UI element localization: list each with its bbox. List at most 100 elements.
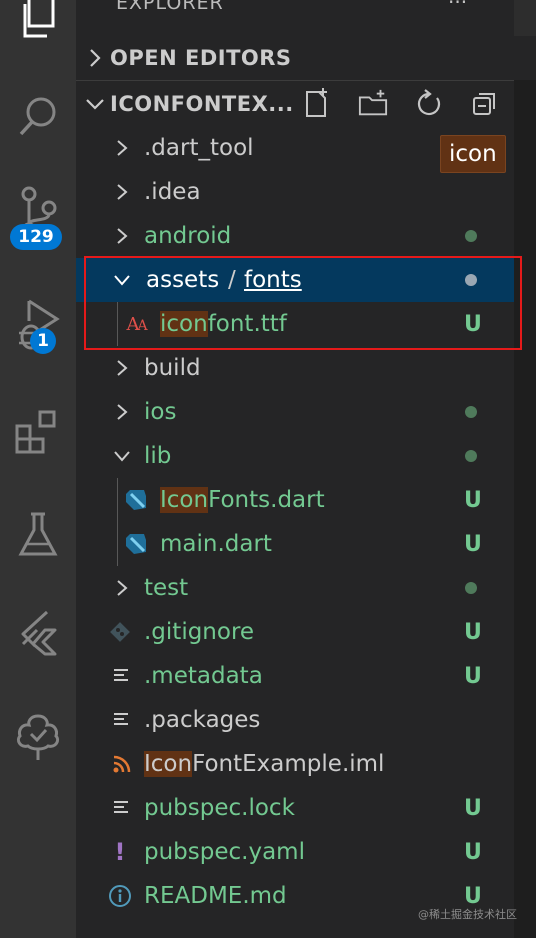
tree-item-label: .metadata	[144, 663, 263, 689]
chevron-right-icon	[80, 48, 110, 68]
tree-item-label: iconfont.ttf	[160, 311, 287, 337]
extensions-icon[interactable]	[0, 398, 76, 464]
chevron-down-icon	[110, 268, 134, 292]
remote-tree-icon[interactable]	[0, 704, 76, 770]
git-status-untracked: U	[464, 531, 482, 557]
tree-item-ios[interactable]: ios	[76, 390, 514, 434]
label-rest: font.ttf	[207, 311, 287, 337]
tree-item-iconfonts-dart[interactable]: IconFonts.dart U	[76, 478, 514, 522]
refresh-icon[interactable]	[414, 88, 444, 118]
tree-item-main-dart[interactable]: main.dart U	[76, 522, 514, 566]
rss-file-icon	[108, 750, 136, 778]
testing-icon[interactable]	[0, 502, 76, 568]
editor-tab-bar	[514, 0, 536, 36]
open-editors-section[interactable]: OPEN EDITORS	[76, 36, 514, 80]
collapse-all-icon[interactable]	[470, 88, 500, 118]
project-label: ICONFONTEX...	[110, 92, 294, 116]
tree-item-label: .idea	[144, 179, 201, 205]
tree-item-label: pubspec.lock	[144, 795, 295, 821]
more-actions-button[interactable]: ···	[448, 0, 467, 14]
explorer-title: EXPLORER	[116, 0, 224, 14]
tree-item-pubspec-lock[interactable]: pubspec.lock U	[76, 786, 514, 830]
tree-item-idea[interactable]: .idea	[76, 170, 514, 214]
tree-item-test[interactable]: test	[76, 566, 514, 610]
search-icon[interactable]	[0, 84, 76, 150]
tree-item-assets-fonts[interactable]: assets / fonts	[76, 258, 514, 302]
tree-item-iconfontexample-iml[interactable]: IconFontExample.iml	[76, 742, 514, 786]
flutter-icon[interactable]	[0, 600, 76, 666]
open-editors-label: OPEN EDITORS	[110, 46, 292, 70]
tree-item-lib[interactable]: lib	[76, 434, 514, 478]
text-file-icon	[108, 706, 136, 734]
text-file-icon	[108, 662, 136, 690]
tree-item-label: main.dart	[160, 531, 272, 557]
git-status-untracked: U	[464, 311, 482, 337]
tree-item-label: README.md	[144, 883, 287, 909]
info-file-icon	[106, 882, 134, 910]
tree-item-label: IconFonts.dart	[160, 487, 325, 513]
new-file-icon[interactable]	[302, 88, 332, 118]
search-match-tooltip: icon	[440, 135, 506, 173]
tree-item-label: android	[144, 223, 232, 249]
tree-item-label: .gitignore	[144, 619, 255, 645]
modified-dot	[465, 274, 477, 286]
git-status-untracked: U	[464, 795, 482, 821]
tree-item-label: test	[144, 575, 189, 601]
explorer-icon[interactable]	[0, 0, 76, 50]
modified-dot	[465, 450, 477, 462]
label-rest: FontExample.iml	[192, 751, 385, 777]
section-divider	[76, 80, 514, 81]
chevron-right-icon	[110, 180, 134, 204]
match-highlight: Icon	[160, 487, 209, 513]
text-file-icon	[108, 794, 136, 822]
git-status-untracked: U	[464, 663, 482, 689]
project-section[interactable]: ICONFONTEX...	[76, 82, 514, 126]
tree-item-build[interactable]: build	[76, 346, 514, 390]
chevron-right-icon	[110, 136, 134, 160]
modified-dot	[465, 582, 477, 594]
git-file-icon	[106, 618, 134, 646]
tree-item-metadata[interactable]: .metadata U	[76, 654, 514, 698]
chevron-right-icon	[110, 224, 134, 248]
tree-item-android[interactable]: android	[76, 214, 514, 258]
tree-item-label-fonts[interactable]: fonts	[244, 267, 302, 293]
new-folder-icon[interactable]	[358, 88, 388, 118]
tree-item-iconfont-ttf[interactable]: AA iconfont.ttf U	[76, 302, 514, 346]
tree-item-label: lib	[144, 443, 172, 469]
modified-dot	[465, 230, 477, 242]
tree-item-label: IconFontExample.iml	[144, 751, 384, 777]
font-file-icon: AA	[126, 313, 147, 335]
source-control-badge: 129	[10, 224, 62, 250]
run-debug-badge: 1	[30, 328, 56, 354]
yaml-file-icon: !	[114, 838, 126, 866]
label-rest: Fonts.dart	[208, 487, 325, 513]
git-status-untracked: U	[464, 883, 482, 909]
tree-item-label: build	[144, 355, 201, 381]
tree-item-packages[interactable]: .packages	[76, 698, 514, 742]
match-highlight: Icon	[144, 751, 193, 777]
chevron-down-icon	[80, 97, 110, 111]
editor-breadcrumb-bar	[514, 36, 536, 80]
chevron-down-icon	[110, 444, 134, 468]
git-status-untracked: U	[464, 487, 482, 513]
tree-item-label: .packages	[144, 707, 261, 733]
match-highlight: icon	[160, 311, 208, 337]
modified-dot	[465, 406, 477, 418]
dart-file-icon	[122, 486, 150, 514]
tree-item-label: .dart_tool	[144, 135, 254, 161]
git-status-untracked: U	[464, 839, 482, 865]
git-status-untracked: U	[464, 619, 482, 645]
editor-edge	[514, 0, 536, 938]
tree-item-label-assets: assets	[146, 267, 220, 293]
dart-file-icon	[122, 530, 150, 558]
watermark: @稀土掘金技术社区	[418, 908, 517, 921]
chevron-right-icon	[110, 576, 134, 600]
path-separator: /	[228, 267, 236, 293]
tree-item-label: pubspec.yaml	[144, 839, 305, 865]
chevron-right-icon	[110, 356, 134, 380]
chevron-right-icon	[110, 400, 134, 424]
tree-item-pubspec-yaml[interactable]: ! pubspec.yaml U	[76, 830, 514, 874]
tree-item-gitignore[interactable]: .gitignore U	[76, 610, 514, 654]
tree-item-label: ios	[144, 399, 177, 425]
activity-bar: 129 1	[0, 0, 76, 938]
